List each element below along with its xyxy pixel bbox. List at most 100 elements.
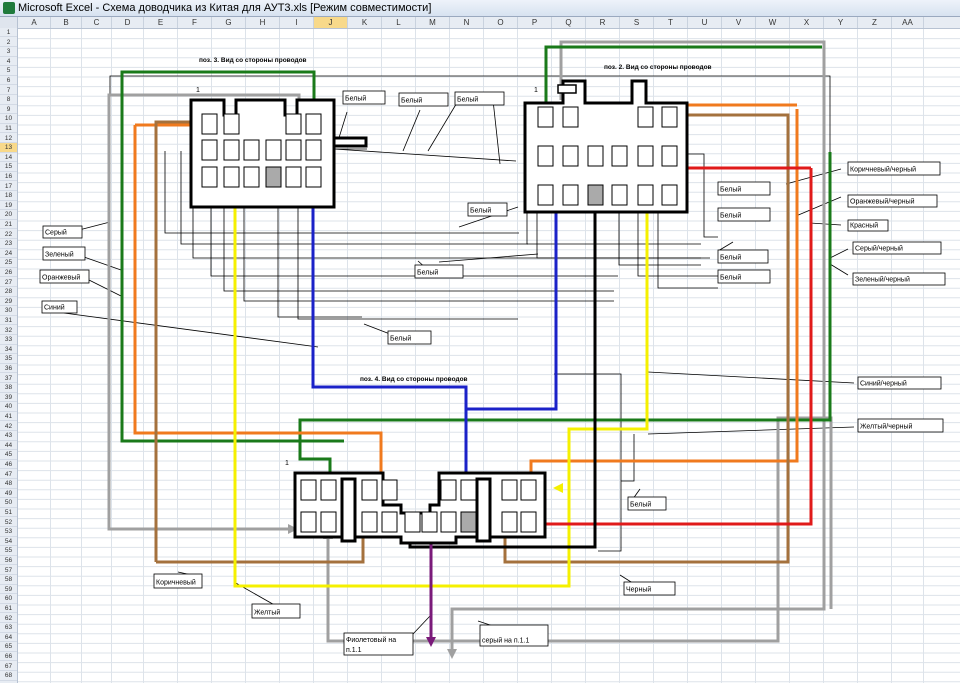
row-header-2[interactable]: 2 [0, 38, 17, 47]
row-header-34[interactable]: 34 [0, 345, 17, 355]
row-header-40[interactable]: 40 [0, 402, 17, 412]
column-header-o[interactable]: O [484, 17, 518, 28]
row-header-67[interactable]: 67 [0, 662, 17, 671]
column-header-e[interactable]: E [144, 17, 178, 28]
row-header-21[interactable]: 21 [0, 220, 17, 230]
row-header-39[interactable]: 39 [0, 393, 17, 403]
row-header-61[interactable]: 61 [0, 604, 17, 614]
row-header-30[interactable]: 30 [0, 306, 17, 316]
row-header-49[interactable]: 49 [0, 489, 17, 499]
row-header-52[interactable]: 52 [0, 518, 17, 527]
row-header-7[interactable]: 7 [0, 86, 17, 95]
column-header-i[interactable]: I [280, 17, 314, 28]
column-header-v[interactable]: V [722, 17, 756, 28]
column-header-d[interactable]: D [112, 17, 144, 28]
row-header-28[interactable]: 28 [0, 287, 17, 297]
column-header-t[interactable]: T [654, 17, 688, 28]
row-header-45[interactable]: 45 [0, 450, 17, 460]
row-header-43[interactable]: 43 [0, 431, 17, 441]
row-header-25[interactable]: 25 [0, 258, 17, 268]
column-header-z[interactable]: Z [858, 17, 892, 28]
row-header-10[interactable]: 10 [0, 114, 17, 124]
row-header-31[interactable]: 31 [0, 316, 17, 326]
column-header-s[interactable]: S [620, 17, 654, 28]
row-header-57[interactable]: 57 [0, 566, 17, 575]
column-header-j[interactable]: J [314, 17, 348, 28]
column-header-k[interactable]: K [348, 17, 382, 28]
row-header-12[interactable]: 12 [0, 134, 17, 143]
row-header-65[interactable]: 65 [0, 642, 17, 652]
column-header-q[interactable]: Q [552, 17, 586, 28]
row-header-6[interactable]: 6 [0, 76, 17, 86]
row-header-35[interactable]: 35 [0, 354, 17, 364]
row-header-3[interactable]: 3 [0, 47, 17, 57]
row-header-56[interactable]: 56 [0, 556, 17, 566]
row-header-17[interactable]: 17 [0, 182, 17, 191]
column-header-c[interactable]: C [82, 17, 112, 28]
column-header-p[interactable]: P [518, 17, 552, 28]
row-header-27[interactable]: 27 [0, 278, 17, 287]
row-header-48[interactable]: 48 [0, 479, 17, 489]
row-header-42[interactable]: 42 [0, 422, 17, 431]
column-header-aa[interactable]: AA [892, 17, 924, 28]
row-header-44[interactable]: 44 [0, 441, 17, 451]
row-header-55[interactable]: 55 [0, 546, 17, 556]
column-header-u[interactable]: U [688, 17, 722, 28]
row-header-60[interactable]: 60 [0, 594, 17, 604]
column-header-b[interactable]: B [51, 17, 82, 28]
row-header-19[interactable]: 19 [0, 201, 17, 211]
row-header-16[interactable]: 16 [0, 172, 17, 182]
row-header-68[interactable]: 68 [0, 671, 17, 681]
row-header-18[interactable]: 18 [0, 191, 17, 201]
row-header-37[interactable]: 37 [0, 374, 17, 383]
row-header-5[interactable]: 5 [0, 66, 17, 76]
row-header-11[interactable]: 11 [0, 124, 17, 134]
row-header-8[interactable]: 8 [0, 95, 17, 105]
row-header-23[interactable]: 23 [0, 239, 17, 249]
column-header-m[interactable]: M [416, 17, 450, 28]
row-header-62[interactable]: 62 [0, 614, 17, 623]
row-header-15[interactable]: 15 [0, 162, 17, 172]
row-header-13[interactable]: 13 [0, 143, 17, 153]
column-header-g[interactable]: G [212, 17, 246, 28]
select-all-corner[interactable] [0, 17, 18, 28]
column-header-y[interactable]: Y [824, 17, 858, 28]
row-header-1[interactable]: 1 [0, 28, 17, 38]
column-header-a[interactable]: A [18, 17, 51, 28]
column-header-n[interactable]: N [450, 17, 484, 28]
column-header-r[interactable]: R [586, 17, 620, 28]
row-header-54[interactable]: 54 [0, 537, 17, 547]
row-header-32[interactable]: 32 [0, 326, 17, 335]
row-header-38[interactable]: 38 [0, 383, 17, 393]
row-header-36[interactable]: 36 [0, 364, 17, 374]
row-header-53[interactable]: 53 [0, 527, 17, 537]
row-header-63[interactable]: 63 [0, 623, 17, 633]
row-header-66[interactable]: 66 [0, 652, 17, 662]
column-header-x[interactable]: X [790, 17, 824, 28]
row-header-20[interactable]: 20 [0, 210, 17, 220]
row-header-46[interactable]: 46 [0, 460, 17, 470]
row-header-51[interactable]: 51 [0, 508, 17, 518]
row-header-33[interactable]: 33 [0, 335, 17, 345]
row-header-26[interactable]: 26 [0, 268, 17, 278]
row-header-64[interactable]: 64 [0, 633, 17, 643]
row-header-58[interactable]: 58 [0, 575, 17, 585]
column-header-f[interactable]: F [178, 17, 212, 28]
sheet-grid[interactable]: поз. 3. Вид со стороны проводов поз. 2. … [18, 29, 960, 683]
column-header-w[interactable]: W [756, 17, 790, 28]
label-zheltyi-chernyi: Желтый/черный [860, 423, 913, 431]
heading-pos2: поз. 2. Вид со стороны проводов [604, 64, 712, 71]
label-fioletovyi-line2: п.1.1 [346, 647, 362, 654]
row-header-50[interactable]: 50 [0, 498, 17, 508]
row-header-47[interactable]: 47 [0, 470, 17, 479]
column-header-l[interactable]: L [382, 17, 416, 28]
row-header-14[interactable]: 14 [0, 153, 17, 163]
row-header-22[interactable]: 22 [0, 230, 17, 239]
row-header-24[interactable]: 24 [0, 249, 17, 259]
row-header-59[interactable]: 59 [0, 585, 17, 595]
row-header-29[interactable]: 29 [0, 297, 17, 307]
column-header-h[interactable]: H [246, 17, 280, 28]
row-header-4[interactable]: 4 [0, 57, 17, 67]
row-header-9[interactable]: 9 [0, 105, 17, 115]
row-header-41[interactable]: 41 [0, 412, 17, 422]
